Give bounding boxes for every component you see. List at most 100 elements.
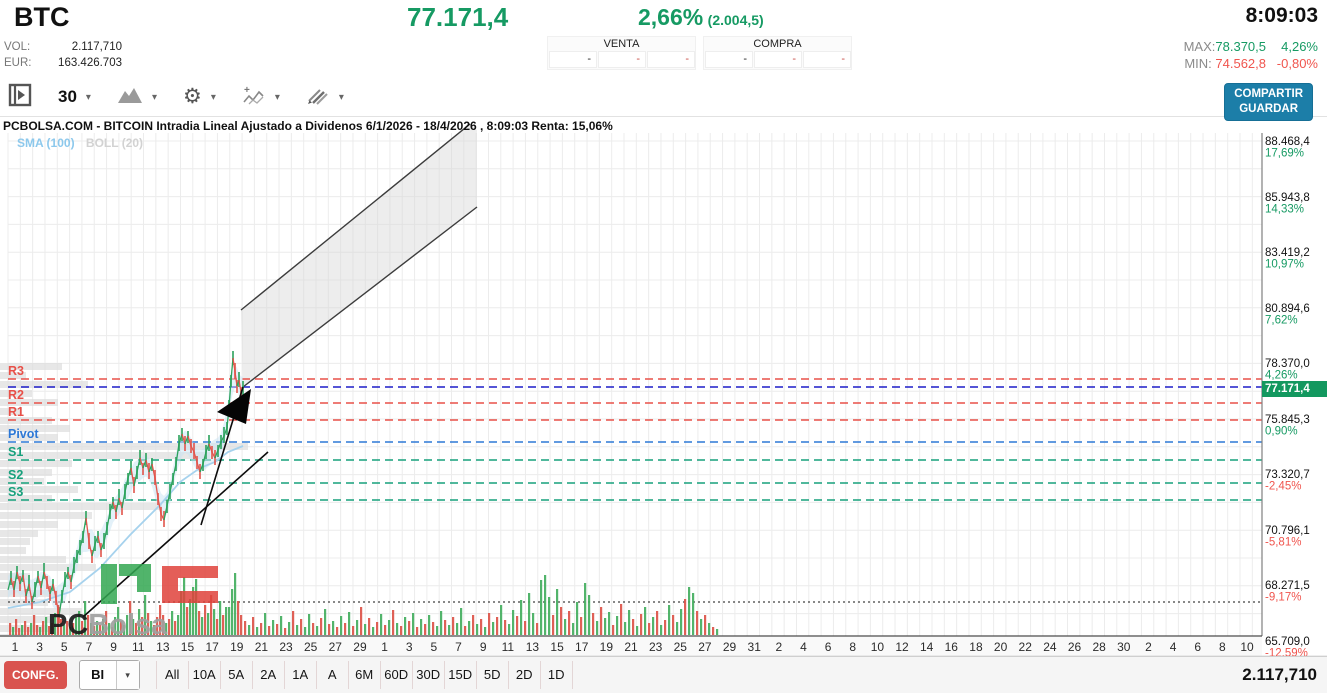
chevron-down-icon[interactable]: ▾ <box>116 661 139 689</box>
svg-text:7,62%: 7,62% <box>1265 315 1298 327</box>
range-button-5A[interactable]: 5A <box>221 661 253 689</box>
svg-text:2: 2 <box>1145 640 1152 654</box>
max-min-block: MAX:78.370,54,26% MIN: 74.562,8-0,80% <box>1184 38 1318 72</box>
gear-icon[interactable]: ⚙ <box>183 87 202 107</box>
add-indicator-icon[interactable]: + <box>242 84 266 111</box>
range-button-5D[interactable]: 5D <box>477 661 509 689</box>
range-button-All[interactable]: All <box>157 661 189 689</box>
svg-text:70.796,1: 70.796,1 <box>1265 525 1310 537</box>
svg-text:17,69%: 17,69% <box>1265 148 1304 160</box>
svg-text:7: 7 <box>455 640 462 654</box>
svg-text:2: 2 <box>775 640 782 654</box>
svg-text:23: 23 <box>279 640 293 654</box>
svg-text:6: 6 <box>1194 640 1201 654</box>
svg-text:Pivot: Pivot <box>8 427 39 441</box>
svg-text:68.271,5: 68.271,5 <box>1265 580 1310 592</box>
svg-text:R1: R1 <box>8 405 24 419</box>
chart-grid <box>8 133 1262 636</box>
chevron-down-icon[interactable]: ▾ <box>275 92 280 103</box>
svg-text:78.370,0: 78.370,0 <box>1265 358 1310 370</box>
venta-group: VENTA --- <box>547 36 696 70</box>
svg-text:13: 13 <box>156 640 170 654</box>
interval-value[interactable]: 30 <box>58 87 77 107</box>
panel-toggle-icon[interactable] <box>8 83 32 112</box>
svg-text:13: 13 <box>526 640 540 654</box>
chevron-down-icon[interactable]: ▾ <box>152 92 157 103</box>
svg-text:-5,81%: -5,81% <box>1265 537 1301 549</box>
chevron-down-icon[interactable]: ▾ <box>339 92 344 103</box>
svg-text:7: 7 <box>86 640 93 654</box>
svg-text:9: 9 <box>480 640 487 654</box>
svg-text:R3: R3 <box>8 364 24 378</box>
svg-text:4,26%: 4,26% <box>1265 370 1298 382</box>
svg-text:29: 29 <box>353 640 367 654</box>
svg-text:14: 14 <box>920 640 934 654</box>
symbol-title: BTC <box>14 2 70 33</box>
symbol-type-dropdown[interactable]: BI ▾ <box>79 660 140 690</box>
svg-text:10: 10 <box>1240 640 1254 654</box>
chevron-down-icon[interactable]: ▾ <box>211 92 216 103</box>
venta-row: --- <box>548 51 695 69</box>
save-label: GUARDAR <box>1234 102 1303 117</box>
svg-text:+: + <box>244 85 250 96</box>
chart-title: PCBOLSA.COM - BITCOIN Intradia Lineal Aj… <box>3 119 613 133</box>
svg-text:24: 24 <box>1043 640 1057 654</box>
last-price: 77.171,4 <box>407 2 508 33</box>
range-button-6M[interactable]: 6M <box>349 661 381 689</box>
venta-cell: - <box>549 51 597 68</box>
projection-channel <box>241 124 477 387</box>
svg-text:17: 17 <box>205 640 219 654</box>
legend-sma[interactable]: SMA (100) <box>17 136 75 150</box>
svg-text:6: 6 <box>825 640 832 654</box>
range-button-2A[interactable]: 2A <box>253 661 285 689</box>
svg-text:S2: S2 <box>8 468 23 482</box>
range-button-A[interactable]: A <box>317 661 349 689</box>
chevron-down-icon[interactable]: ▾ <box>86 92 91 103</box>
vol-value: 2.117,710 <box>38 39 122 55</box>
range-button-10A[interactable]: 10A <box>189 661 221 689</box>
range-button-1D[interactable]: 1D <box>541 661 573 689</box>
dropdown-value: BI <box>80 661 116 689</box>
panel-toggle-group <box>8 83 32 112</box>
venta-cell: - <box>598 51 646 68</box>
chart-type-group: ▾ <box>117 86 157 109</box>
svg-text:1: 1 <box>12 640 19 654</box>
svg-text:29: 29 <box>723 640 737 654</box>
svg-text:4: 4 <box>800 640 807 654</box>
svg-text:10: 10 <box>871 640 885 654</box>
svg-text:3: 3 <box>36 640 43 654</box>
compra-label: COMPRA <box>704 37 851 51</box>
svg-text:31: 31 <box>748 640 762 654</box>
range-button-2D[interactable]: 2D <box>509 661 541 689</box>
share-save-button[interactable]: COMPARTIR GUARDAR <box>1224 83 1313 121</box>
svg-text:9: 9 <box>110 640 117 654</box>
svg-text:21: 21 <box>624 640 638 654</box>
pencil-draw-icon[interactable] <box>306 85 330 110</box>
svg-text:19: 19 <box>230 640 244 654</box>
svg-text:4: 4 <box>1170 640 1177 654</box>
svg-text:15: 15 <box>181 640 195 654</box>
min-percent: -0,80% <box>1266 55 1318 72</box>
vol-label: VOL: <box>4 39 38 55</box>
eur-label: EUR: <box>4 55 38 71</box>
min-label: MIN: <box>1184 56 1211 71</box>
range-selector: All10A5A2A1AA6M60D30D15D5D2D1D <box>156 661 573 689</box>
max-row: MAX:78.370,54,26% <box>1184 38 1318 55</box>
compra-cell: - <box>803 51 851 68</box>
svg-text:73.320,7: 73.320,7 <box>1265 469 1310 481</box>
pivot-lines <box>8 379 1262 500</box>
interval-group: 30 ▾ <box>58 87 91 107</box>
range-button-60D[interactable]: 60D <box>381 661 413 689</box>
range-button-15D[interactable]: 15D <box>445 661 477 689</box>
range-button-30D[interactable]: 30D <box>413 661 445 689</box>
range-button-1A[interactable]: 1A <box>285 661 317 689</box>
svg-text:8: 8 <box>1219 640 1226 654</box>
svg-text:18: 18 <box>969 640 983 654</box>
header: BTC VOL:2.117,710 EUR:163.426.703 77.171… <box>0 0 1327 78</box>
mountain-chart-icon[interactable] <box>117 86 143 109</box>
share-label: COMPARTIR <box>1234 87 1303 102</box>
svg-text:10,97%: 10,97% <box>1265 259 1304 271</box>
config-button[interactable]: CONFG. <box>4 661 67 689</box>
compra-group: COMPRA --- <box>703 36 852 70</box>
legend-boll[interactable]: BOLL (20) <box>86 136 143 150</box>
